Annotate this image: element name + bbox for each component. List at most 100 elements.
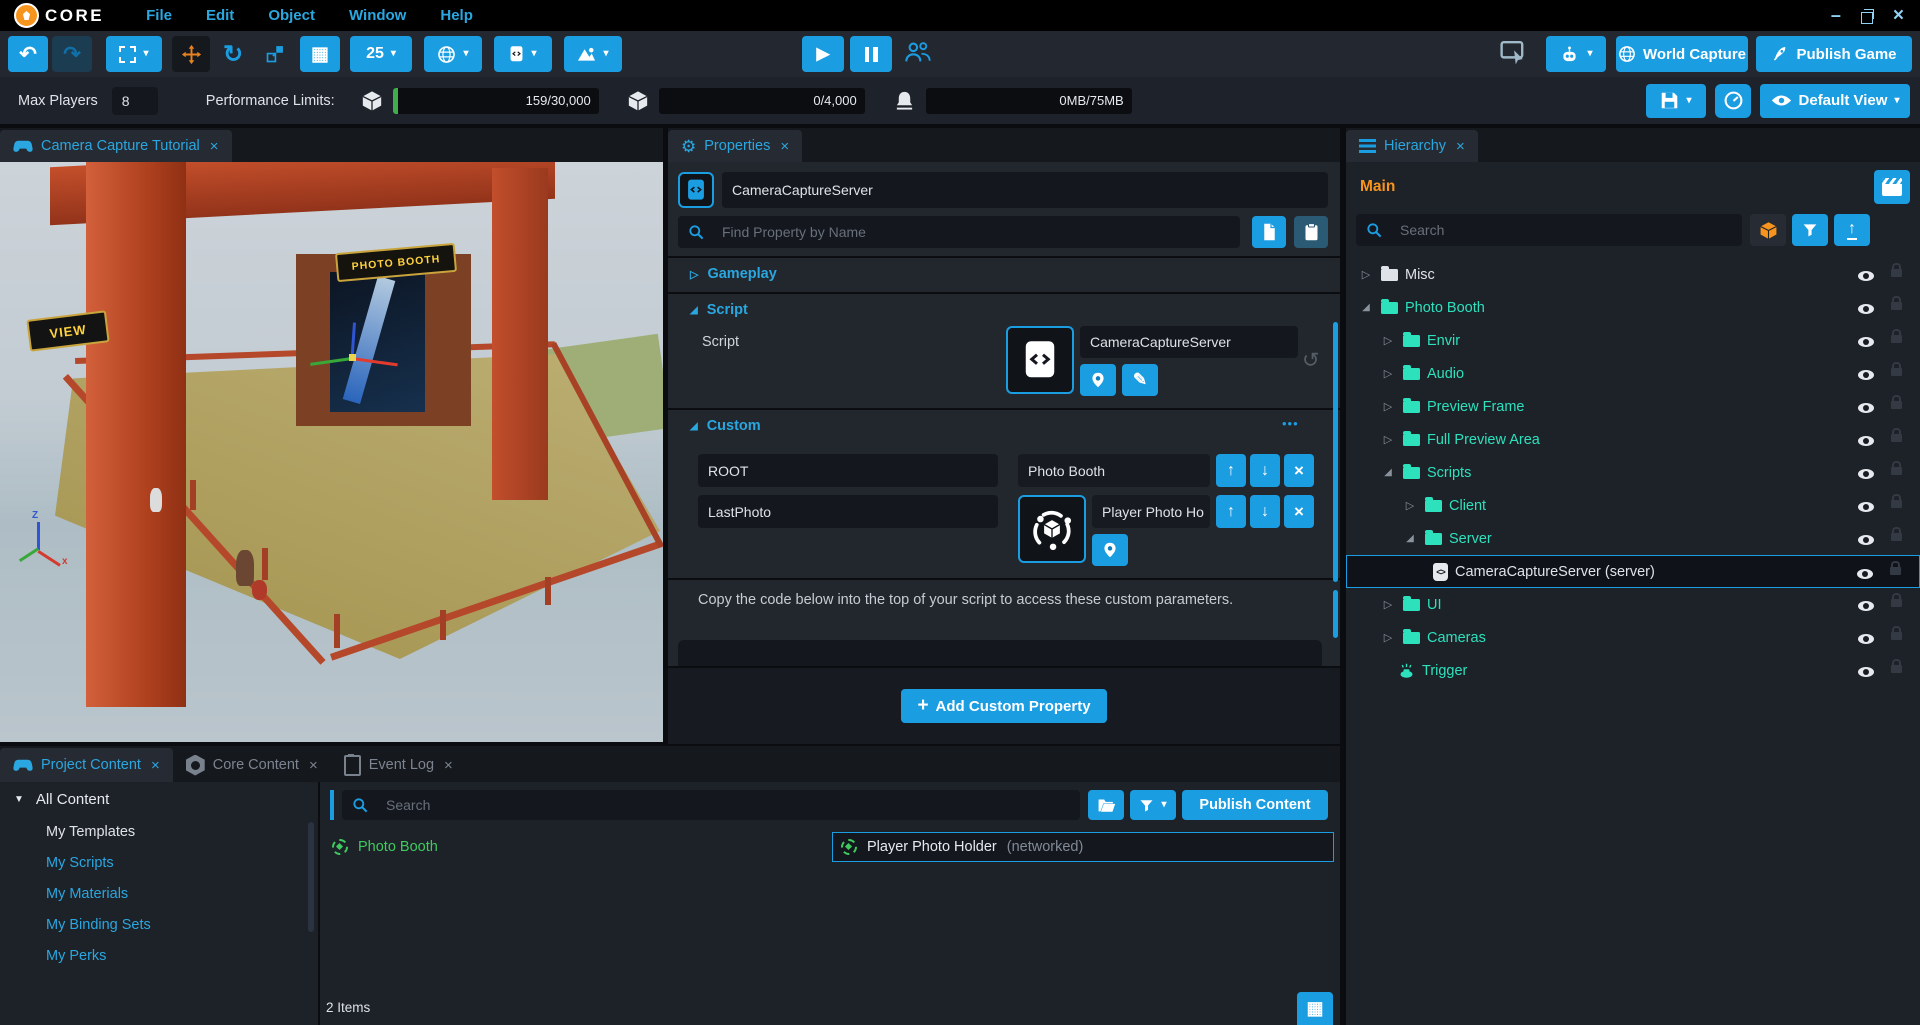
hierarchy-item-scripts[interactable]: ◢ Scripts: [1346, 456, 1920, 489]
move-tool-button[interactable]: [172, 36, 210, 72]
lock-icon[interactable]: [1891, 665, 1902, 673]
collapse-arrow-icon[interactable]: ◢: [690, 421, 698, 432]
move-property-down-button[interactable]: ↓: [1250, 495, 1280, 528]
visibility-eye-icon[interactable]: [1858, 601, 1874, 611]
lock-icon[interactable]: [1891, 533, 1902, 541]
collapse-arrow-icon[interactable]: ◢: [690, 305, 698, 316]
lock-icon[interactable]: [1891, 302, 1902, 310]
filter-button[interactable]: [1792, 214, 1828, 246]
tab-project-content[interactable]: Project Content ×: [0, 748, 173, 782]
delete-property-button[interactable]: ×: [1284, 454, 1314, 487]
hierarchy-item-photo-booth[interactable]: ◢ Photo Booth: [1346, 291, 1920, 324]
hierarchy-item-full-preview-area[interactable]: ▷ Full Preview Area: [1346, 423, 1920, 456]
hierarchy-item-cameracaptureserver[interactable]: <> CameraCaptureServer (server): [1346, 555, 1920, 588]
expand-arrow-icon[interactable]: ▷: [1358, 268, 1374, 281]
close-icon[interactable]: ×: [309, 757, 318, 774]
multiplayer-preview-button[interactable]: [904, 39, 932, 65]
visibility-eye-icon[interactable]: [1858, 535, 1874, 545]
sidebar-item-my-binding-sets[interactable]: My Binding Sets: [0, 909, 318, 940]
content-item-photo-booth[interactable]: Photo Booth: [324, 832, 829, 862]
lock-icon[interactable]: [1891, 368, 1902, 376]
find-script-button[interactable]: [1080, 364, 1116, 396]
sidebar-item-all-content[interactable]: ▼ All Content: [0, 782, 318, 816]
close-button[interactable]: ×: [1893, 5, 1904, 27]
move-property-down-button[interactable]: ↓: [1250, 454, 1280, 487]
grid-size-dropdown[interactable]: 25▾: [350, 36, 412, 72]
lock-icon[interactable]: [1891, 269, 1902, 277]
section-custom[interactable]: ◢ Custom: [690, 418, 761, 434]
hierarchy-item-preview-frame[interactable]: ▷ Preview Frame: [1346, 390, 1920, 423]
visibility-eye-icon[interactable]: [1858, 469, 1874, 479]
redo-button[interactable]: ↷: [52, 36, 92, 72]
visibility-eye-icon[interactable]: [1858, 337, 1874, 347]
scale-tool-button[interactable]: [256, 36, 294, 72]
tab-core-content[interactable]: Core Content ×: [173, 748, 331, 782]
delete-property-button[interactable]: ×: [1284, 495, 1314, 528]
tab-properties[interactable]: ⚙ Properties ×: [668, 130, 802, 162]
custom-value-field[interactable]: Photo Booth: [1018, 454, 1210, 487]
close-icon[interactable]: ×: [444, 757, 453, 774]
expand-arrow-icon[interactable]: ▷: [1380, 400, 1396, 413]
menu-file[interactable]: File: [146, 7, 172, 24]
expand-arrow-icon[interactable]: ▷: [1380, 631, 1396, 644]
hierarchy-search-field[interactable]: [1356, 214, 1742, 246]
play-button[interactable]: ▶: [802, 36, 844, 72]
custom-key-field[interactable]: ROOT: [698, 454, 998, 487]
visibility-eye-icon[interactable]: [1858, 304, 1874, 314]
menu-object[interactable]: Object: [268, 7, 315, 24]
pause-button[interactable]: [850, 36, 892, 72]
scene-preview-button[interactable]: [1874, 170, 1910, 204]
max-players-input[interactable]: [112, 87, 158, 115]
properties-scrollbar[interactable]: [1333, 322, 1338, 582]
publish-game-button[interactable]: Publish Game: [1756, 36, 1912, 72]
lock-icon[interactable]: [1891, 467, 1902, 475]
collapse-arrow-icon[interactable]: ◢: [1358, 302, 1374, 313]
world-settings-dropdown[interactable]: ▾: [424, 36, 482, 72]
hierarchy-item-misc[interactable]: ▷ Misc: [1346, 258, 1920, 291]
add-custom-property-button[interactable]: + Add Custom Property: [901, 689, 1106, 723]
content-search-input[interactable]: [376, 797, 1070, 813]
reset-property-icon[interactable]: ↺: [1302, 348, 1320, 373]
script-dropdown[interactable]: ▾: [494, 36, 552, 72]
restore-button[interactable]: [1861, 12, 1873, 24]
move-property-up-button[interactable]: ↑: [1216, 454, 1246, 487]
visibility-eye-icon[interactable]: [1858, 436, 1874, 446]
properties-scrollbar-segment[interactable]: [1333, 590, 1338, 638]
performance-gauge-button[interactable]: [1715, 84, 1751, 118]
lock-icon[interactable]: [1891, 434, 1902, 442]
sidebar-item-my-scripts[interactable]: My Scripts: [0, 847, 318, 878]
script-asset-name-field[interactable]: CameraCaptureServer: [1080, 326, 1298, 358]
open-folder-button[interactable]: [1088, 790, 1124, 820]
world-capture-button[interactable]: World Capture: [1616, 36, 1748, 72]
hierarchy-item-audio[interactable]: ▷ Audio: [1346, 357, 1920, 390]
hierarchy-search-input[interactable]: [1390, 222, 1732, 238]
visibility-eye-icon[interactable]: [1858, 403, 1874, 413]
edit-script-button[interactable]: ✎: [1122, 364, 1158, 396]
property-search-input[interactable]: [712, 224, 1230, 240]
expand-arrow-icon[interactable]: ▷: [1380, 433, 1396, 446]
move-property-up-button[interactable]: ↑: [1216, 495, 1246, 528]
lock-icon[interactable]: [1891, 500, 1902, 508]
property-search-field[interactable]: [678, 216, 1240, 248]
expand-arrow-icon[interactable]: ▷: [1380, 334, 1396, 347]
minimize-button[interactable]: –: [1831, 5, 1841, 26]
screen-capture-button[interactable]: [1500, 40, 1526, 65]
custom-section-menu-icon[interactable]: •••: [1282, 416, 1299, 431]
lock-icon[interactable]: [1891, 335, 1902, 343]
visibility-eye-icon[interactable]: [1858, 271, 1874, 281]
menu-edit[interactable]: Edit: [206, 7, 234, 24]
hierarchy-item-envir[interactable]: ▷ Envir: [1346, 324, 1920, 357]
find-referenced-object-button[interactable]: [1092, 534, 1128, 566]
close-icon[interactable]: ×: [1456, 138, 1465, 155]
expand-arrow-icon[interactable]: ▷: [1380, 598, 1396, 611]
bot-assistant-dropdown[interactable]: ▾: [1546, 36, 1606, 72]
section-gameplay[interactable]: ▷ Gameplay: [690, 266, 777, 282]
menu-window[interactable]: Window: [349, 7, 406, 24]
hierarchy-item-client[interactable]: ▷ Client: [1346, 489, 1920, 522]
lock-icon[interactable]: [1891, 401, 1902, 409]
viewport-3d-scene[interactable]: PHOTO BOOTH VIEW Z x: [0, 162, 663, 742]
custom-value-field[interactable]: Player Photo Ho: [1092, 495, 1210, 528]
networked-filter-button[interactable]: [1750, 214, 1786, 246]
hierarchy-item-trigger[interactable]: Trigger: [1346, 654, 1920, 687]
default-view-dropdown[interactable]: Default View▾: [1760, 84, 1910, 118]
